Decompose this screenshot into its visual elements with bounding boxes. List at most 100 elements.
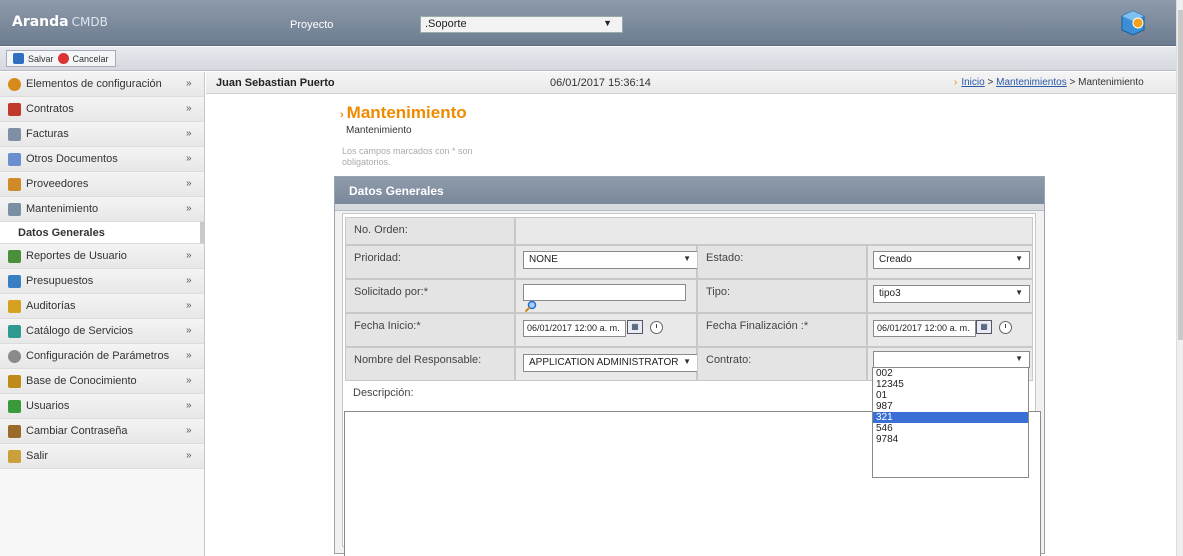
chevron-double-down-icon[interactable]: »	[186, 178, 192, 189]
order-number-label: No. Orden:	[345, 217, 515, 245]
end-date-input[interactable]: 06/01/2017 12:00 a. m.	[873, 320, 976, 337]
chevron-double-down-icon[interactable]: »	[186, 375, 192, 386]
save-icon	[13, 53, 24, 64]
audit-icon	[8, 299, 21, 313]
chevron-double-down-icon[interactable]: »	[186, 203, 192, 214]
sidebar-item-label: Elementos de configuración	[26, 78, 162, 90]
chevron-double-down-icon[interactable]: »	[186, 425, 192, 436]
toolbar: Salvar Cancelar	[0, 47, 1176, 71]
sidebar-item-presupuestos[interactable]: Presupuestos »	[0, 269, 204, 294]
status-select-value: Creado	[879, 254, 912, 265]
users-icon	[8, 399, 21, 413]
clock-icon[interactable]	[999, 321, 1012, 334]
magnifier-search-icon[interactable]	[524, 300, 537, 313]
app-name: Aranda	[12, 14, 69, 30]
chevron-double-down-icon[interactable]: »	[186, 78, 192, 89]
chevron-double-down-icon[interactable]: »	[186, 350, 192, 361]
sidebar-item-catalogo[interactable]: Catálogo de Servicios »	[0, 319, 204, 344]
status-label: Estado:	[697, 245, 867, 279]
chevron-down-icon: ▼	[1015, 354, 1023, 363]
chevron-double-down-icon[interactable]: »	[186, 325, 192, 336]
cancel-button[interactable]: Cancelar	[73, 54, 109, 64]
contract-option[interactable]: 002	[873, 368, 1028, 379]
chevron-double-down-icon[interactable]: »	[186, 275, 192, 286]
calendar-icon[interactable]: ▦	[976, 320, 992, 334]
page-title: › Mantenimiento	[340, 103, 467, 123]
breadcrumb-inicio[interactable]: Inicio	[961, 77, 984, 88]
contract-option[interactable]: 9784	[873, 434, 1028, 445]
start-date-input[interactable]: 06/01/2017 12:00 a. m.	[523, 320, 626, 337]
current-datetime: 06/01/2017 15:36:14	[550, 77, 651, 89]
start-date-label: Fecha Inicio:*	[345, 313, 515, 347]
contract-option-highlighted[interactable]: 321	[873, 412, 1028, 423]
chevron-double-down-icon[interactable]: »	[186, 450, 192, 461]
save-button[interactable]: Salvar	[28, 54, 54, 64]
vertical-scrollbar[interactable]	[1176, 0, 1183, 556]
parameters-icon	[8, 349, 21, 363]
budget-icon	[8, 274, 21, 288]
chevron-double-down-icon[interactable]: »	[186, 153, 192, 164]
responsible-select[interactable]: APPLICATION ADMINISTRATOR ▼	[523, 354, 698, 372]
requested-by-input[interactable]	[523, 284, 686, 301]
sidebar-item-reportes[interactable]: Reportes de Usuario »	[0, 244, 204, 269]
sidebar-item-cambiar-contrasena[interactable]: Cambiar Contraseña »	[0, 419, 204, 444]
sidebar-item-base-conocimiento[interactable]: Base de Conocimiento »	[0, 369, 204, 394]
sidebar-item-label: Mantenimiento	[26, 203, 99, 215]
services-icon	[8, 324, 21, 338]
chevron-down-icon: ▼	[603, 18, 612, 28]
contract-option[interactable]: 01	[873, 390, 1028, 401]
breadcrumb-mantenimientos[interactable]: Mantenimientos	[996, 77, 1067, 88]
calendar-icon[interactable]: ▦	[627, 320, 643, 334]
clock-icon[interactable]	[650, 321, 663, 334]
chevron-down-icon: ▼	[1015, 288, 1023, 297]
general-data-panel: Datos Generales No. Orden: Prioridad: NO…	[334, 176, 1045, 556]
contract-select[interactable]: ▼	[873, 351, 1030, 368]
priority-select-value: NONE	[529, 254, 558, 265]
page-title-text: Mantenimiento	[346, 103, 467, 122]
config-items-icon	[8, 77, 21, 91]
documents-icon	[8, 152, 21, 166]
sidebar-item-label: Facturas	[26, 128, 69, 140]
sidebar-item-label: Cambiar Contraseña	[26, 425, 128, 437]
chevron-double-down-icon[interactable]: »	[186, 250, 192, 261]
contract-option[interactable]: 546	[873, 423, 1028, 434]
sidebar-item-configuracion[interactable]: Configuración de Parámetros »	[0, 344, 204, 369]
knowledge-icon	[8, 374, 21, 388]
sidebar-item-label: Usuarios	[26, 400, 70, 412]
contract-option[interactable]: 987	[873, 401, 1028, 412]
sidebar-item-salir[interactable]: Salir »	[0, 444, 204, 469]
chevron-double-down-icon[interactable]: »	[186, 400, 192, 411]
sidebar-item-mantenimiento[interactable]: Mantenimiento »	[0, 197, 204, 222]
contract-option[interactable]: 12345	[873, 379, 1028, 390]
sidebar-item-auditorias[interactable]: Auditorías »	[0, 294, 204, 319]
chevron-double-down-icon[interactable]: »	[186, 300, 192, 311]
project-select[interactable]: .Soporte ▼	[420, 16, 623, 33]
required-fields-note: Los campos marcados con * son obligatori…	[342, 146, 473, 167]
sidebar-item-otros-documentos[interactable]: Otros Documentos »	[0, 147, 204, 172]
end-date-label: Fecha Finalización :*	[697, 313, 867, 347]
title-bullet-icon: ›	[340, 109, 344, 121]
sidebar-item-contratos[interactable]: Contratos »	[0, 97, 204, 122]
toolbar-button-group: Salvar Cancelar	[6, 50, 116, 67]
breadcrumb: › Inicio > Mantenimientos > Mantenimiento	[954, 77, 1144, 88]
sidebar-item-usuarios[interactable]: Usuarios »	[0, 394, 204, 419]
requested-by-label: Solicitado por:*	[345, 279, 515, 313]
sidebar-item-elementos[interactable]: Elementos de configuración »	[0, 72, 204, 97]
scrollbar-thumb[interactable]	[1178, 10, 1183, 340]
aranda-cube-icon	[1121, 10, 1145, 36]
sidebar-subitem-datos-generales[interactable]: Datos Generales	[0, 222, 204, 244]
app-product: CMDB	[71, 15, 108, 29]
sidebar-item-facturas[interactable]: Facturas »	[0, 122, 204, 147]
responsible-select-value: APPLICATION ADMINISTRATOR	[529, 357, 679, 368]
type-select[interactable]: tipo3 ▼	[873, 285, 1030, 303]
project-label: Proyecto	[290, 19, 334, 31]
chevron-double-down-icon[interactable]: »	[186, 128, 192, 139]
status-select[interactable]: Creado ▼	[873, 251, 1030, 269]
sidebar-item-proveedores[interactable]: Proveedores »	[0, 172, 204, 197]
sidebar-item-label: Catálogo de Servicios	[26, 325, 134, 337]
contract-dropdown-list[interactable]: 002 12345 01 987 321 546 9784	[872, 367, 1029, 478]
chevron-double-down-icon[interactable]: »	[186, 103, 192, 114]
panel-header-divider	[335, 204, 1044, 211]
priority-select[interactable]: NONE ▼	[523, 251, 698, 269]
breadcrumb-current: Mantenimiento	[1078, 77, 1144, 88]
